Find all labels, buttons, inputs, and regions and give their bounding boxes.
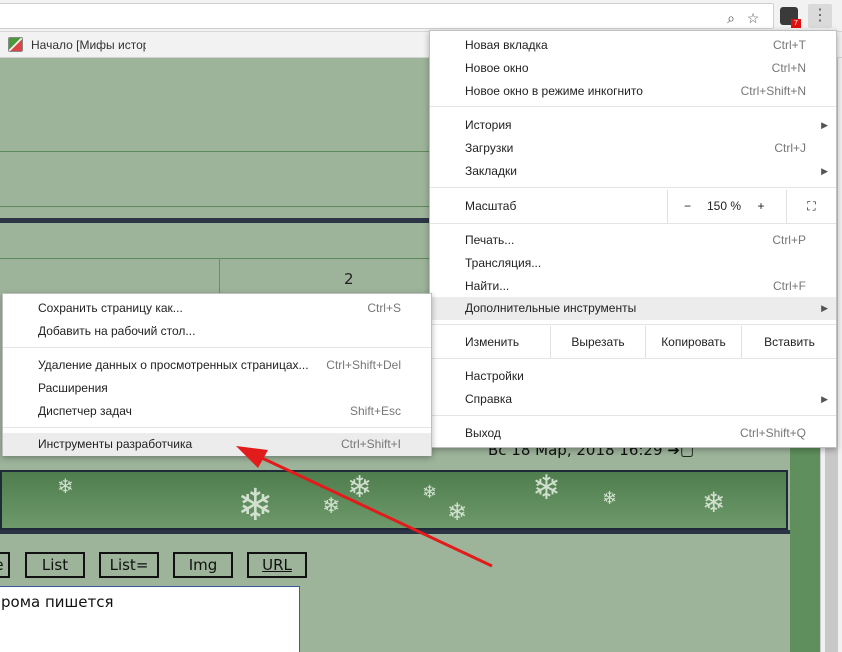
arrow-head xyxy=(236,446,268,468)
annotation-arrow xyxy=(236,446,493,568)
arrow-shaft xyxy=(261,456,493,568)
